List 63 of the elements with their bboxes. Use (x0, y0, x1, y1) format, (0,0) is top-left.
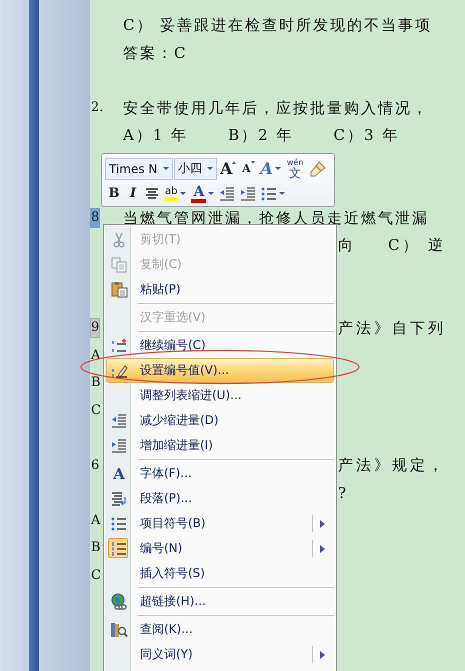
list-number: A (90, 512, 102, 530)
document-text: C）3 年 (334, 126, 400, 146)
bold-button[interactable]: B (105, 182, 123, 204)
menu-item[interactable]: 减少缩进量(D) (106, 408, 334, 433)
font-size-dropdown[interactable]: 小四 (174, 158, 217, 180)
submenu-arrow-icon (320, 520, 325, 528)
menu-item[interactable]: 设置编号值(V)... (106, 358, 334, 383)
document-text: 产法》自下列 (338, 318, 446, 338)
copy-icon (111, 256, 127, 272)
document-text: 答案：C (123, 44, 188, 63)
menu-item[interactable]: 段落(P)... (106, 486, 334, 511)
list-number: 8 (90, 208, 100, 228)
list-number: C (90, 402, 102, 420)
shrink-font-button[interactable]: A (239, 158, 258, 180)
numbering-pencil-icon (110, 362, 128, 378)
document-text: 向 (338, 236, 356, 256)
document-text: B）2 年 (228, 126, 294, 146)
menu-item[interactable]: 查阅(K)... (106, 617, 334, 642)
list-number: 2. (90, 99, 104, 118)
document-text: ? (338, 484, 350, 502)
menu-item[interactable]: 插入符号(S) (106, 561, 334, 586)
bullets-icon (111, 516, 127, 532)
list-number: 6 (90, 456, 100, 475)
paragraph-icon (111, 490, 127, 506)
document-text: C） 妥善跟进在检查时所发现的不当事项 (123, 16, 432, 36)
menu-item[interactable]: 粘贴(P) (106, 277, 334, 302)
list-number: C (90, 566, 102, 585)
document-text: 安全带使用几年后，应按批量购入情况， (123, 98, 429, 118)
styles-button[interactable]: A (258, 158, 283, 180)
decrease-indent-icon (219, 186, 236, 200)
clipboard-icon (110, 281, 128, 298)
highlight-button[interactable]: ab (162, 182, 188, 204)
font-color-button[interactable]: A (189, 182, 216, 204)
scissors-icon (111, 232, 127, 248)
grow-font-button[interactable]: A (218, 158, 238, 180)
document-text: C） 逆 (388, 236, 446, 256)
menu-item[interactable]: 调整列表缩进(U)... (106, 383, 334, 408)
list-number: 9 (90, 318, 100, 338)
menu-item[interactable]: 同义词(Y) (106, 642, 334, 667)
bullets-icon (261, 186, 278, 200)
decrease-indent-icon (111, 414, 127, 428)
phonetic-guide-button[interactable]: wén 文 (284, 158, 306, 180)
submenu-arrow-icon (320, 545, 325, 553)
list-number: B (90, 374, 102, 392)
menu-item[interactable]: 编号(N) (106, 536, 334, 561)
document-text: 产法》规定， (338, 456, 446, 476)
increase-indent-icon (240, 186, 256, 200)
globe-link-icon (110, 592, 128, 610)
submenu-arrow-icon (320, 651, 325, 659)
font-name-dropdown[interactable]: Times N (105, 158, 173, 180)
book-magnifier-icon (110, 620, 128, 638)
numbering-continue-icon (110, 338, 128, 354)
font-icon: A (113, 464, 125, 482)
menu-item[interactable]: 项目符号(B) (106, 511, 334, 536)
menu-item[interactable]: 超链接(H)... (106, 589, 334, 614)
increase-indent-icon (111, 438, 127, 452)
menu-item[interactable]: 增加缩进量(I) (106, 433, 334, 458)
list-number: B (90, 539, 102, 558)
document-text: A）1 年 (123, 126, 188, 146)
italic-button[interactable]: I (124, 182, 142, 204)
menu-item[interactable]: 继续编号(C) (106, 333, 334, 358)
menu-item[interactable]: A 字体(F)... (106, 461, 334, 486)
center-align-icon (145, 188, 159, 200)
